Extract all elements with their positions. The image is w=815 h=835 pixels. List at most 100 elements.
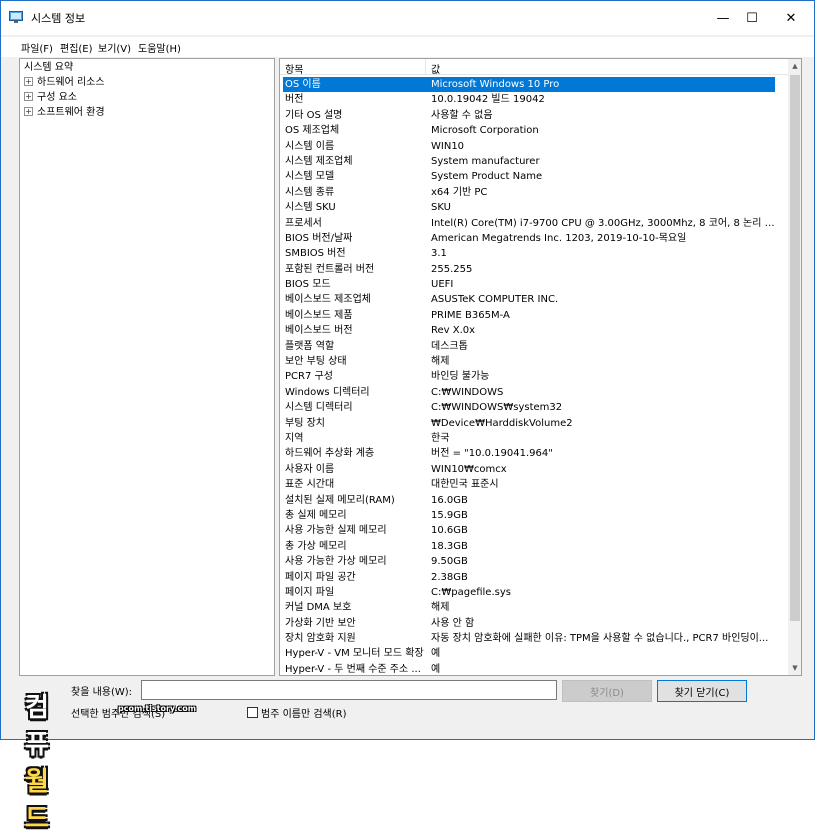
table-row[interactable]: 시스템 종류 x64 기반 PC (280, 185, 788, 200)
table-row[interactable]: 지역 한국 (280, 431, 788, 446)
row-item-value: 자동 장치 암호화에 실패한 이유: TPM을 사용할 수 없습니다., PCR… (431, 633, 769, 645)
category-names-only-checkbox[interactable] (247, 707, 258, 718)
scroll-thumb[interactable] (790, 75, 800, 621)
row-item-name: 기타 OS 설명 (285, 109, 343, 121)
table-row[interactable]: Windows 디렉터리 C:₩WINDOWS (280, 385, 788, 400)
table-row[interactable]: 사용자 이름 WIN10₩comcx (280, 462, 788, 477)
table-row[interactable]: 총 가상 메모리 18.3GB (280, 539, 788, 554)
row-item-value: American Megatrends Inc. 1203, 2019-10-1… (431, 232, 687, 244)
table-row[interactable]: 플랫폼 역할 데스크톱 (280, 339, 788, 354)
menu-file[interactable]: 파일(F) (21, 40, 53, 55)
row-item-name: BIOS 버전/날짜 (285, 232, 353, 244)
table-row[interactable]: 기타 OS 설명 사용할 수 없음 (280, 108, 788, 123)
tree-item-components[interactable]: + 구성 요소 (24, 90, 77, 105)
table-row[interactable]: 하드웨어 추상화 계층 버전 = "10.0.19041.964" (280, 446, 788, 461)
tree-item-system-summary[interactable]: 시스템 요약 (24, 60, 73, 75)
menu-view[interactable]: 보기(V) (98, 40, 131, 55)
row-item-name: 시스템 SKU (285, 202, 336, 214)
table-row[interactable]: 페이지 파일 공간 2.38GB (280, 570, 788, 585)
table-row[interactable]: 베이스보드 제품 PRIME B365M-A (280, 308, 788, 323)
table-row[interactable]: 보안 부팅 상태 해제 (280, 354, 788, 369)
find-button[interactable]: 찾기(D) (562, 680, 652, 702)
tree-item-hardware-resources[interactable]: + 하드웨어 리소스 (24, 75, 105, 90)
tree-item-label: 소프트웨어 환경 (37, 107, 105, 118)
row-item-name: 시스템 이름 (285, 140, 335, 152)
content-area: 시스템 요약 + 하드웨어 리소스 + 구성 요소 + 소프트웨어 환경 항목 값 O… (19, 58, 802, 676)
table-row[interactable]: 베이스보드 제조업체 ASUSTeK COMPUTER INC. (280, 292, 788, 307)
row-item-value: 해제 (431, 356, 450, 368)
row-item-value: 15.9GB (431, 509, 468, 521)
table-row[interactable]: 부팅 장치 ₩Device₩HarddiskVolume2 (280, 416, 788, 431)
find-input[interactable] (141, 680, 557, 700)
table-row[interactable]: 커널 DMA 보호 해제 (280, 600, 788, 615)
column-divider[interactable] (425, 59, 426, 75)
table-row[interactable]: 프로세서 Intel(R) Core(TM) i7-9700 CPU @ 3.00… (280, 216, 788, 231)
system-info-app-icon (9, 11, 23, 23)
tree-item-software-environment[interactable]: + 소프트웨어 환경 (24, 105, 105, 120)
table-row[interactable]: Hyper-V - VM 모니터 모드 확장 예 (280, 646, 788, 661)
table-row[interactable]: 시스템 제조업체 System manufacturer (280, 154, 788, 169)
table-row[interactable]: PCR7 구성 바인딩 불가능 (280, 369, 788, 384)
close-find-button[interactable]: 찾기 닫기(C) (657, 680, 747, 702)
table-row[interactable]: 포함된 컨트롤러 버전 255.255 (280, 262, 788, 277)
menu-help[interactable]: 도움말(H) (138, 40, 181, 55)
row-item-name: 플랫폼 역할 (285, 340, 335, 352)
expand-icon[interactable]: + (24, 77, 33, 86)
scroll-down-icon[interactable]: ▼ (788, 661, 801, 675)
table-row[interactable]: 버전 10.0.19042 빌드 19042 (280, 92, 788, 107)
row-item-value: 해제 (431, 602, 450, 614)
row-item-name: 시스템 모델 (285, 171, 335, 183)
table-row[interactable]: 시스템 디렉터리 C:₩WINDOWS₩system32 (280, 400, 788, 415)
system-info-window: 시스템 정보 — ☐ ✕ 파일(F) 편집(E) 보기(V) 도움말(H) 시스… (0, 0, 815, 834)
column-header-value[interactable]: 값 (431, 61, 440, 76)
watermark-brand-yellow: 월드 (25, 767, 49, 834)
table-row[interactable]: 가상화 기반 보안 사용 안 함 (280, 616, 788, 631)
close-button[interactable]: ✕ (768, 1, 814, 35)
row-item-name: 총 가상 메모리 (285, 540, 347, 552)
expand-icon[interactable]: + (24, 92, 33, 101)
table-row[interactable]: 사용 가능한 실제 메모리 10.6GB (280, 523, 788, 538)
menu-bar: 파일(F) 편집(E) 보기(V) 도움말(H) (1, 37, 814, 57)
row-item-value: UEFI (431, 279, 454, 291)
table-row[interactable]: 총 실제 메모리 15.9GB (280, 508, 788, 523)
category-names-only-label: 범주 이름만 검색(R) (261, 709, 347, 720)
row-item-name: 페이지 파일 공간 (285, 571, 356, 583)
title-bar[interactable]: 시스템 정보 — ☐ ✕ (1, 1, 814, 35)
table-row[interactable]: SMBIOS 버전 3.1 (280, 246, 788, 261)
table-row[interactable]: 시스템 모델 System Product Name (280, 169, 788, 184)
row-item-value: 버전 = "10.0.19041.964" (431, 448, 553, 460)
table-row[interactable]: 시스템 이름 WIN10 (280, 139, 788, 154)
expand-icon[interactable]: + (24, 107, 33, 116)
table-row[interactable]: 설치된 실제 메모리(RAM) 16.0GB (280, 493, 788, 508)
row-item-value: 바인딩 불가능 (431, 371, 490, 383)
table-row[interactable]: Hyper-V - 두 번째 수준 주소 ... 예 (280, 662, 788, 675)
table-row[interactable]: BIOS 버전/날짜 American Megatrends Inc. 1203,… (280, 231, 788, 246)
table-row[interactable]: 사용 가능한 가상 메모리 9.50GB (280, 554, 788, 569)
menu-edit[interactable]: 편집(E) (60, 40, 93, 55)
table-row[interactable]: 시스템 SKU SKU (280, 200, 788, 215)
row-item-value: 16.0GB (431, 494, 468, 506)
category-names-only-option[interactable]: 범주 이름만 검색(R) (247, 705, 347, 720)
row-item-value: Intel(R) Core(TM) i7-9700 CPU @ 3.00GHz,… (431, 217, 776, 229)
table-row[interactable]: BIOS 모드 UEFI (280, 277, 788, 292)
column-header-item[interactable]: 항목 (285, 61, 303, 76)
row-item-value: Rev X.0x (431, 325, 476, 337)
table-row[interactable]: 표준 시간대 대한민국 표준시 (280, 477, 788, 492)
row-item-value: 사용 안 함 (431, 617, 475, 629)
row-item-name: 프로세서 (285, 217, 322, 229)
scroll-up-icon[interactable]: ▲ (788, 59, 801, 73)
vertical-scrollbar[interactable]: ▲ ▼ (788, 59, 801, 675)
table-row[interactable]: 페이지 파일 C:₩pagefile.sys (280, 585, 788, 600)
table-row[interactable]: 베이스보드 버전 Rev X.0x (280, 323, 788, 338)
row-item-name: 페이지 파일 (285, 586, 335, 598)
row-item-name: OS 이름 (285, 79, 321, 90)
row-item-name: 버전 (285, 94, 304, 106)
minimize-icon: — (716, 10, 730, 26)
table-row[interactable]: 장치 암호화 지원 자동 장치 암호화에 실패한 이유: TPM을 사용할 수 없… (280, 631, 788, 646)
table-row[interactable]: OS 이름 Microsoft Windows 10 Pro (283, 77, 775, 93)
row-item-value: 2.38GB (431, 571, 468, 583)
row-item-name: 시스템 디렉터리 (285, 402, 353, 414)
table-row[interactable]: OS 제조업체 Microsoft Corporation (280, 123, 788, 138)
row-item-name: 사용 가능한 가상 메모리 (285, 556, 387, 568)
tree-item-label: 구성 요소 (37, 92, 77, 103)
